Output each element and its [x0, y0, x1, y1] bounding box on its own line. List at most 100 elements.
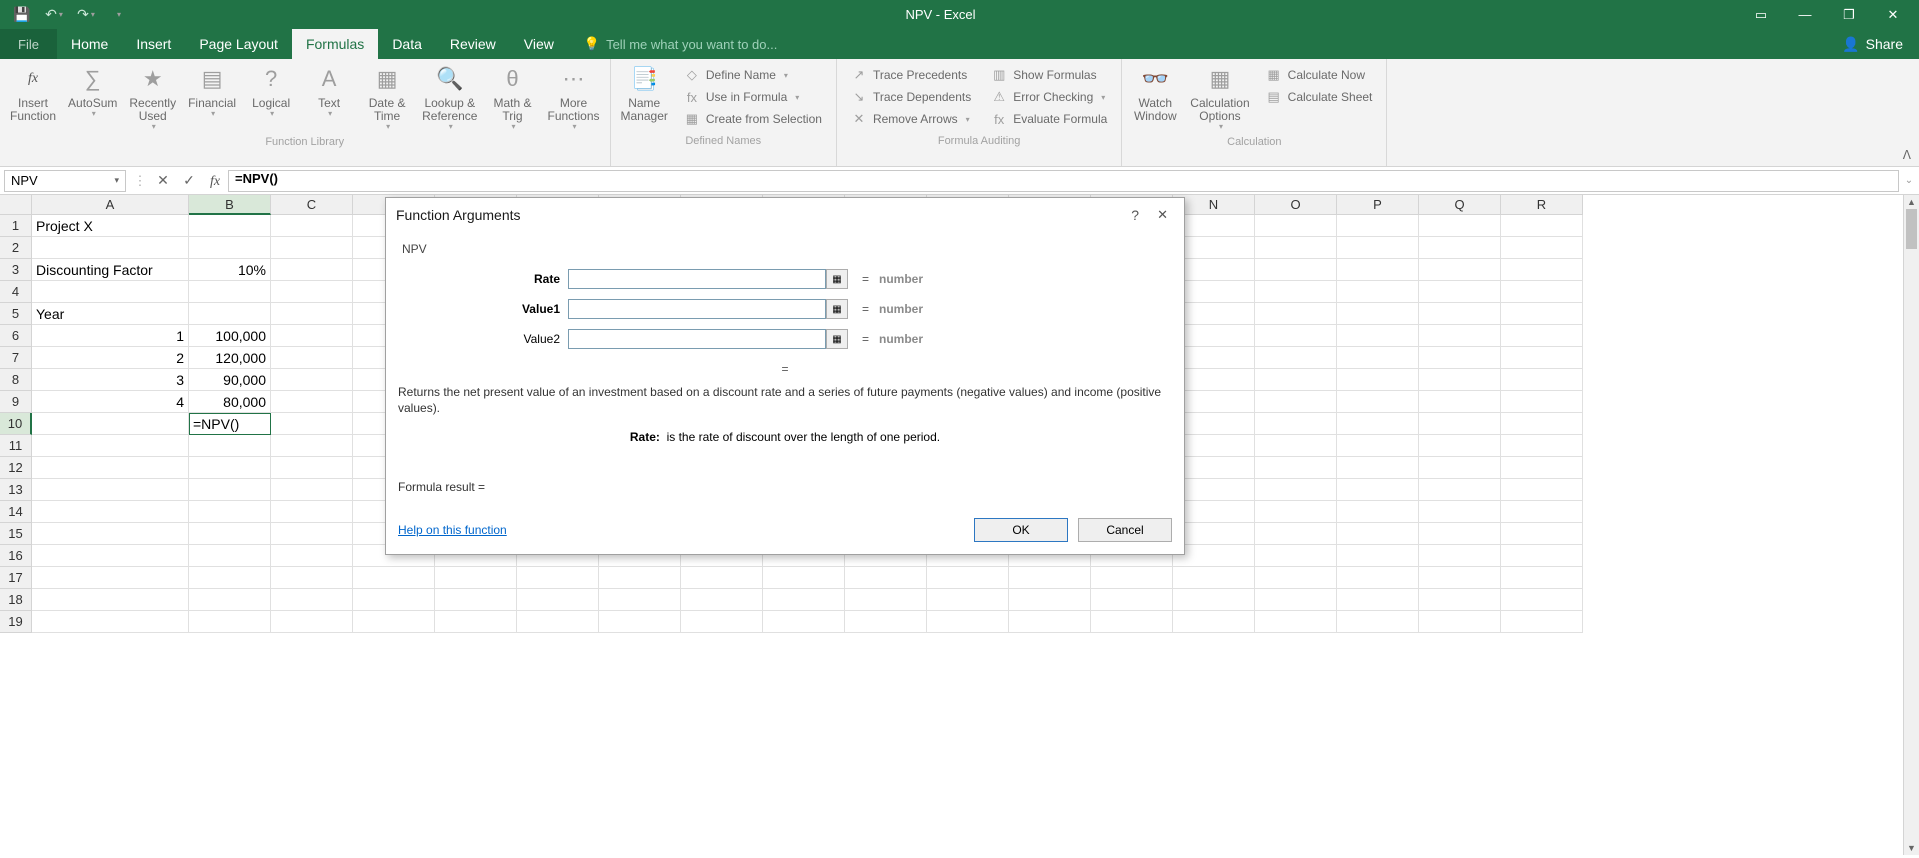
cell-P11[interactable]	[1337, 435, 1419, 457]
row-header-5[interactable]: 5	[0, 303, 32, 325]
cell-K19[interactable]	[927, 611, 1009, 633]
column-header-Q[interactable]: Q	[1419, 195, 1501, 215]
share-button[interactable]: 👤 Share	[1826, 29, 1919, 59]
logical-button[interactable]: ?Logical▾	[242, 61, 300, 134]
cell-R15[interactable]	[1501, 523, 1583, 545]
trace-dependents-button[interactable]: ↘Trace Dependents	[847, 87, 975, 107]
text-button[interactable]: AText▾	[300, 61, 358, 134]
row-header-18[interactable]: 18	[0, 589, 32, 611]
cell-L17[interactable]	[1009, 567, 1091, 589]
cell-Q19[interactable]	[1419, 611, 1501, 633]
cell-O18[interactable]	[1255, 589, 1337, 611]
insert-function-fx-button[interactable]: fx	[202, 172, 228, 190]
cell-A10[interactable]	[32, 413, 189, 435]
cell-B7[interactable]: 120,000	[189, 347, 271, 369]
cell-I19[interactable]	[763, 611, 845, 633]
cell-Q5[interactable]	[1419, 303, 1501, 325]
name-manager-button[interactable]: 📑Name Manager	[615, 61, 674, 133]
cell-R6[interactable]	[1501, 325, 1583, 347]
cell-K18[interactable]	[927, 589, 1009, 611]
vertical-scrollbar[interactable]: ▲ ▼	[1903, 195, 1919, 855]
cell-Q14[interactable]	[1419, 501, 1501, 523]
cell-O1[interactable]	[1255, 215, 1337, 237]
cell-A19[interactable]	[32, 611, 189, 633]
create-from-selection-button[interactable]: ▦Create from Selection	[680, 109, 826, 129]
cell-N15[interactable]	[1173, 523, 1255, 545]
cell-R8[interactable]	[1501, 369, 1583, 391]
cell-R16[interactable]	[1501, 545, 1583, 567]
cell-Q1[interactable]	[1419, 215, 1501, 237]
cell-C19[interactable]	[271, 611, 353, 633]
column-header-P[interactable]: P	[1337, 195, 1419, 215]
cell-C13[interactable]	[271, 479, 353, 501]
expand-formula-bar-icon[interactable]: ⌄	[1899, 175, 1919, 186]
cell-C7[interactable]	[271, 347, 353, 369]
remove-arrows-button[interactable]: ✕Remove Arrows▾	[847, 109, 975, 129]
cell-R1[interactable]	[1501, 215, 1583, 237]
cell-D17[interactable]	[353, 567, 435, 589]
column-header-N[interactable]: N	[1173, 195, 1255, 215]
column-header-O[interactable]: O	[1255, 195, 1337, 215]
datetime-button[interactable]: ▦Date & Time▾	[358, 61, 416, 134]
row-header-13[interactable]: 13	[0, 479, 32, 501]
cell-N18[interactable]	[1173, 589, 1255, 611]
cell-C9[interactable]	[271, 391, 353, 413]
help-link[interactable]: Help on this function	[398, 523, 507, 537]
cell-C16[interactable]	[271, 545, 353, 567]
cell-M18[interactable]	[1091, 589, 1173, 611]
cell-B17[interactable]	[189, 567, 271, 589]
cell-O7[interactable]	[1255, 347, 1337, 369]
cell-O19[interactable]	[1255, 611, 1337, 633]
recently-used-button[interactable]: ★Recently Used▾	[123, 61, 182, 134]
chevron-down-icon[interactable]: ▾	[114, 175, 119, 186]
cell-A18[interactable]	[32, 589, 189, 611]
cell-I17[interactable]	[763, 567, 845, 589]
row-header-6[interactable]: 6	[0, 325, 32, 347]
cell-N17[interactable]	[1173, 567, 1255, 589]
cell-C5[interactable]	[271, 303, 353, 325]
cell-H18[interactable]	[681, 589, 763, 611]
row-header-10[interactable]: 10	[0, 413, 32, 435]
cell-G18[interactable]	[599, 589, 681, 611]
cell-B8[interactable]: 90,000	[189, 369, 271, 391]
cell-P1[interactable]	[1337, 215, 1419, 237]
show-formulas-button[interactable]: ▥Show Formulas	[987, 65, 1111, 85]
cell-J17[interactable]	[845, 567, 927, 589]
cell-R3[interactable]	[1501, 259, 1583, 281]
error-checking-button[interactable]: ⚠Error Checking▾	[987, 87, 1111, 107]
autosum-button[interactable]: ∑AutoSum▾	[62, 61, 123, 134]
cancel-formula-button[interactable]: ✕	[150, 172, 176, 189]
tab-file[interactable]: File	[0, 29, 57, 59]
ribbon-display-icon[interactable]: ▭	[1741, 1, 1781, 29]
cell-P12[interactable]	[1337, 457, 1419, 479]
cell-C12[interactable]	[271, 457, 353, 479]
cell-E18[interactable]	[435, 589, 517, 611]
cell-O8[interactable]	[1255, 369, 1337, 391]
cell-N1[interactable]	[1173, 215, 1255, 237]
cell-P9[interactable]	[1337, 391, 1419, 413]
cell-A1[interactable]: Project X	[32, 215, 189, 237]
cell-B18[interactable]	[189, 589, 271, 611]
scroll-down-icon[interactable]: ▼	[1904, 841, 1919, 855]
define-name-button[interactable]: ◇Define Name▾	[680, 65, 826, 85]
cell-R19[interactable]	[1501, 611, 1583, 633]
undo-icon[interactable]: ↶▾	[42, 5, 66, 25]
cell-B11[interactable]	[189, 435, 271, 457]
cell-E17[interactable]	[435, 567, 517, 589]
cell-C3[interactable]	[271, 259, 353, 281]
cell-M19[interactable]	[1091, 611, 1173, 633]
cell-A17[interactable]	[32, 567, 189, 589]
cell-I18[interactable]	[763, 589, 845, 611]
tab-view[interactable]: View	[510, 29, 568, 59]
cell-N8[interactable]	[1173, 369, 1255, 391]
collapse-ribbon-icon[interactable]: ᐱ	[1903, 148, 1911, 162]
cell-O11[interactable]	[1255, 435, 1337, 457]
cell-M17[interactable]	[1091, 567, 1173, 589]
cell-N12[interactable]	[1173, 457, 1255, 479]
cell-C15[interactable]	[271, 523, 353, 545]
cell-P13[interactable]	[1337, 479, 1419, 501]
name-box[interactable]: NPV ▾	[4, 170, 126, 192]
cell-N4[interactable]	[1173, 281, 1255, 303]
cell-A14[interactable]	[32, 501, 189, 523]
cell-F18[interactable]	[517, 589, 599, 611]
